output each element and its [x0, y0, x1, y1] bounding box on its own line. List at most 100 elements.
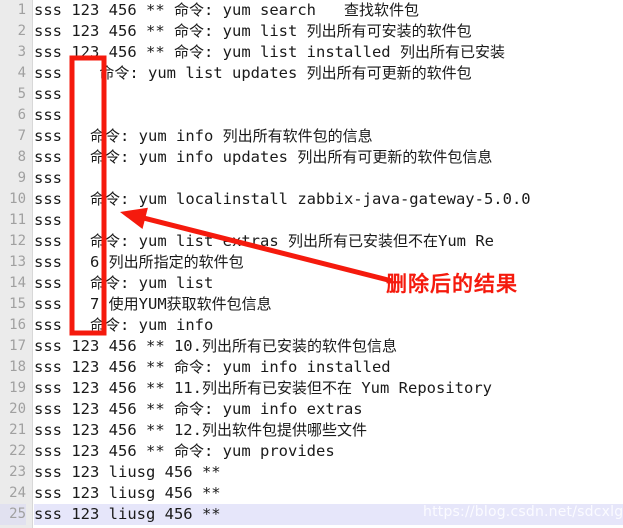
code-line-row[interactable]: 9 sss — [0, 168, 623, 189]
line-content[interactable]: sss 命令: yum list extras 列出所有已安装但不在Yum Re — [34, 231, 623, 252]
ascii-text-run: : yum info installed — [204, 358, 391, 376]
line-content[interactable]: sss 7.使用YUM获取软件包信息 — [34, 294, 623, 315]
code-line-row[interactable]: 8 sss 命令: yum info updates 列出所有可更新的软件包信息 — [0, 147, 623, 168]
ascii-text-run: : yum info updates — [120, 148, 298, 166]
line-content[interactable]: sss — [34, 168, 623, 189]
ascii-text-run: sss 123 456 ** 10. — [34, 337, 202, 355]
ascii-text-run: sss 123 liusg 456 ** — [34, 505, 221, 523]
cjk-text-run: 列出所有可安装的软件包 — [306, 22, 472, 40]
line-content[interactable]: sss 123 456 ** 11.列出所有已安装但不在 Yum Reposit… — [34, 378, 623, 399]
code-line-row[interactable]: 2 sss 123 456 ** 命令: yum list 列出所有可安装的软件包 — [0, 21, 623, 42]
line-content[interactable]: sss 123 456 ** 命令: yum list installed 列出… — [34, 42, 623, 63]
cjk-text-run: 命令 — [173, 442, 204, 460]
ascii-text-run: : yum list — [120, 274, 214, 292]
line-content[interactable]: sss — [34, 84, 623, 105]
ascii-text-run: : yum list extras — [120, 232, 288, 250]
line-number: 8 — [17, 149, 26, 165]
line-content[interactable]: sss 命令: yum info — [34, 315, 623, 336]
line-number: 22 — [9, 443, 26, 459]
ascii-text-run: sss — [34, 148, 90, 166]
line-content[interactable]: sss 命令: yum info 列出所有软件包的信息 — [34, 126, 623, 147]
line-number: 17 — [9, 338, 26, 354]
code-line-row[interactable]: 21 sss 123 456 ** 12.列出软件包提供哪些文件 — [0, 420, 623, 441]
code-line-row[interactable]: 3 sss 123 456 ** 命令: yum list installed 列… — [0, 42, 623, 63]
code-line-row[interactable]: 19 sss 123 456 ** 11.列出所有已安装但不在 Yum Repos… — [0, 378, 623, 399]
cjk-text-run: 列出软件包提供哪些文件 — [201, 421, 367, 439]
line-content[interactable]: sss 123 456 ** 命令: yum provides — [34, 441, 623, 462]
line-content[interactable]: sss 123 liusg 456 ** — [34, 483, 623, 504]
line-content[interactable]: sss 命令: yum localinstall zabbix-java-gat… — [34, 189, 623, 210]
ascii-text-run: sss 123 456 ** — [34, 400, 174, 418]
code-line-row[interactable]: 14 sss 命令: yum list — [0, 273, 623, 294]
ascii-text-run: YUM — [138, 295, 167, 313]
line-content[interactable]: sss 123 456 ** 12.列出软件包提供哪些文件 — [34, 420, 623, 441]
line-content[interactable]: sss — [34, 210, 623, 231]
cjk-text-run: 列出所有已安装但不在 — [201, 379, 352, 397]
annotation-label: 删除后的结果 — [386, 272, 518, 296]
code-line-row[interactable]: 5 sss — [0, 84, 623, 105]
code-line-row[interactable]: 18 sss 123 456 ** 命令: yum info installed — [0, 357, 623, 378]
line-content[interactable]: sss 123 456 ** 命令: yum info extras — [34, 399, 623, 420]
ascii-text-run: sss — [34, 169, 62, 187]
cjk-text-run: 命令 — [173, 22, 204, 40]
line-content[interactable]: sss 命令: yum list — [34, 273, 623, 294]
line-content[interactable]: sss — [34, 105, 623, 126]
code-line-row[interactable]: 24 sss 123 liusg 456 ** — [0, 483, 623, 504]
code-line-row[interactable]: 11 sss — [0, 210, 623, 231]
ascii-text-run: sss 123 456 ** 12. — [34, 421, 202, 439]
line-number: 24 — [9, 485, 26, 501]
line-number: 12 — [9, 233, 26, 249]
line-number: 25 — [0, 504, 26, 525]
ascii-text-run: sss 123 liusg 456 ** — [34, 484, 221, 502]
cjk-text-run: 命令 — [99, 64, 130, 82]
cjk-text-run: 命令 — [90, 274, 121, 292]
ascii-text-run: sss — [34, 64, 100, 82]
line-content[interactable]: sss 123 liusg 456 ** — [34, 462, 623, 483]
ascii-text-run: sss — [34, 85, 62, 103]
code-line-row[interactable]: 20 sss 123 456 ** 命令: yum info extras — [0, 399, 623, 420]
code-line-row[interactable]: 16 sss 命令: yum info — [0, 315, 623, 336]
code-line-row[interactable]: 22 sss 123 456 ** 命令: yum provides — [0, 441, 623, 462]
code-line-row[interactable]: 23 sss 123 liusg 456 ** — [0, 462, 623, 483]
line-number: 3 — [17, 44, 26, 60]
line-content[interactable]: sss 命令: yum list updates 列出所有可更新的软件包 — [34, 63, 623, 84]
ascii-text-run: Yum Repository — [352, 379, 492, 397]
line-content[interactable]: sss 6.列出所指定的软件包 — [34, 252, 623, 273]
code-line-row[interactable]: 1 sss 123 456 ** 命令: yum search 查找软件包 — [0, 0, 623, 21]
ascii-text-run: sss 123 456 ** 11. — [34, 379, 202, 397]
line-number: 4 — [17, 65, 26, 81]
line-content[interactable]: sss 命令: yum info updates 列出所有可更新的软件包信息 — [34, 147, 623, 168]
code-line-row[interactable]: 6 sss — [0, 105, 623, 126]
line-number: 11 — [9, 212, 26, 228]
line-content[interactable]: sss 123 456 ** 10.列出所有已安装的软件包信息 — [34, 336, 623, 357]
code-line-row[interactable]: 12 sss 命令: yum list extras 列出所有已安装但不在Yum … — [0, 231, 623, 252]
code-line-row[interactable]: 25 sss 123 liusg 456 ** — [0, 504, 623, 525]
line-content[interactable]: sss 123 456 ** 命令: yum search 查找软件包 — [34, 0, 623, 21]
line-number: 10 — [9, 191, 26, 207]
code-line-row[interactable]: 13 sss 6.列出所指定的软件包 — [0, 252, 623, 273]
line-number: 5 — [17, 86, 26, 102]
line-number: 6 — [17, 107, 26, 123]
line-number: 15 — [9, 296, 26, 312]
ascii-text-run: : yum provides — [204, 442, 335, 460]
code-line-row[interactable]: 17 sss 123 456 ** 10.列出所有已安装的软件包信息 — [0, 336, 623, 357]
line-number: 21 — [9, 422, 26, 438]
cjk-text-run: 命令 — [173, 43, 204, 61]
ascii-text-run: sss 7. — [34, 295, 109, 313]
code-line-row[interactable]: 4 sss 命令: yum list updates 列出所有可更新的软件包 — [0, 63, 623, 84]
code-line-row[interactable]: 15 sss 7.使用YUM获取软件包信息 — [0, 294, 623, 315]
cjk-text-run: 列出所有已安装的软件包信息 — [201, 337, 397, 355]
line-content[interactable]: sss 123 456 ** 命令: yum list 列出所有可安装的软件包 — [34, 21, 623, 42]
cjk-text-run: 获取软件包信息 — [166, 295, 272, 313]
ascii-text-run: : yum list installed — [204, 43, 400, 61]
line-content[interactable]: sss 123 456 ** 命令: yum info installed — [34, 357, 623, 378]
ascii-text-run: sss — [34, 316, 90, 334]
ascii-text-run: : yum info — [120, 316, 214, 334]
ascii-text-run: sss 123 456 ** — [34, 1, 174, 19]
code-line-row[interactable]: 7 sss 命令: yum info 列出所有软件包的信息 — [0, 126, 623, 147]
code-line-row[interactable]: 10 sss 命令: yum localinstall zabbix-java-g… — [0, 189, 623, 210]
ascii-text-run: sss 123 liusg 456 ** — [34, 463, 221, 481]
line-content[interactable]: sss 123 liusg 456 ** — [34, 504, 623, 525]
ascii-text-run: : yum list — [204, 22, 307, 40]
line-number: 20 — [9, 401, 26, 417]
